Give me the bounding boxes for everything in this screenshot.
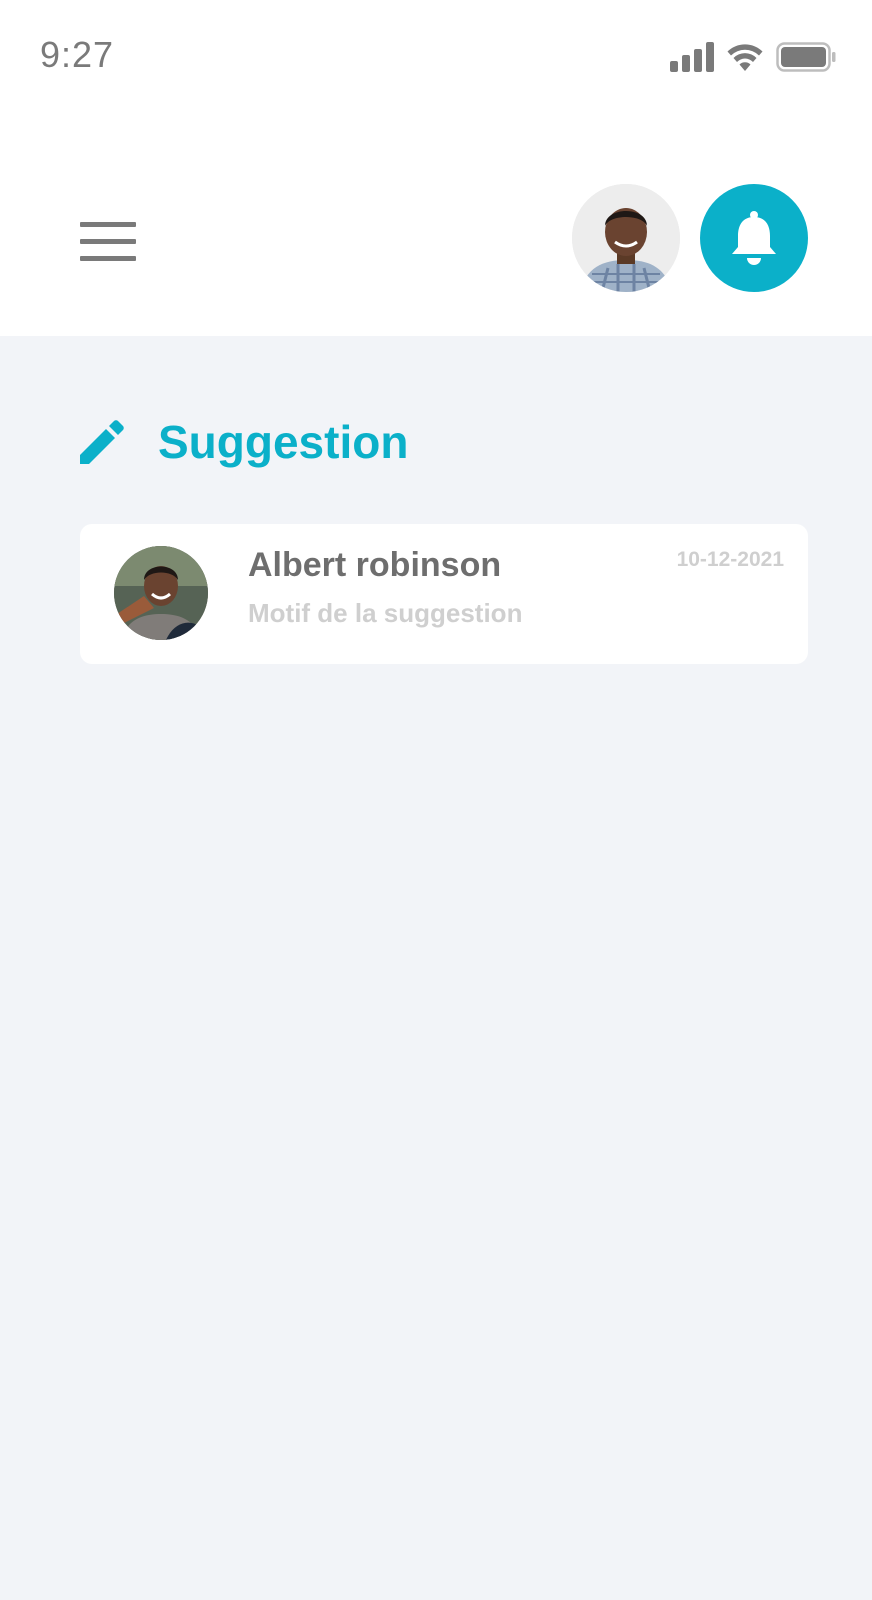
- suggestion-card[interactable]: Albert robinson Motif de la suggestion 1…: [80, 524, 808, 664]
- card-name: Albert robinson: [248, 546, 502, 584]
- section-header: Suggestion: [80, 412, 408, 472]
- bell-icon: [732, 211, 776, 265]
- status-icons: [670, 40, 836, 74]
- battery-icon: [776, 42, 836, 72]
- profile-avatar[interactable]: [572, 184, 680, 292]
- top-bar: 9:27: [0, 0, 872, 336]
- signal-icon: [670, 42, 714, 72]
- card-date: 10-12-2021: [676, 548, 784, 571]
- status-time: 9:27: [40, 34, 115, 75]
- avatar: [114, 546, 208, 640]
- wifi-icon: [727, 44, 763, 71]
- pencil-icon: [80, 420, 124, 464]
- section-title: Suggestion: [158, 416, 409, 468]
- hamburger-menu-icon[interactable]: [80, 222, 136, 264]
- card-subtitle: Motif de la suggestion: [248, 598, 523, 628]
- notification-button[interactable]: [700, 184, 808, 292]
